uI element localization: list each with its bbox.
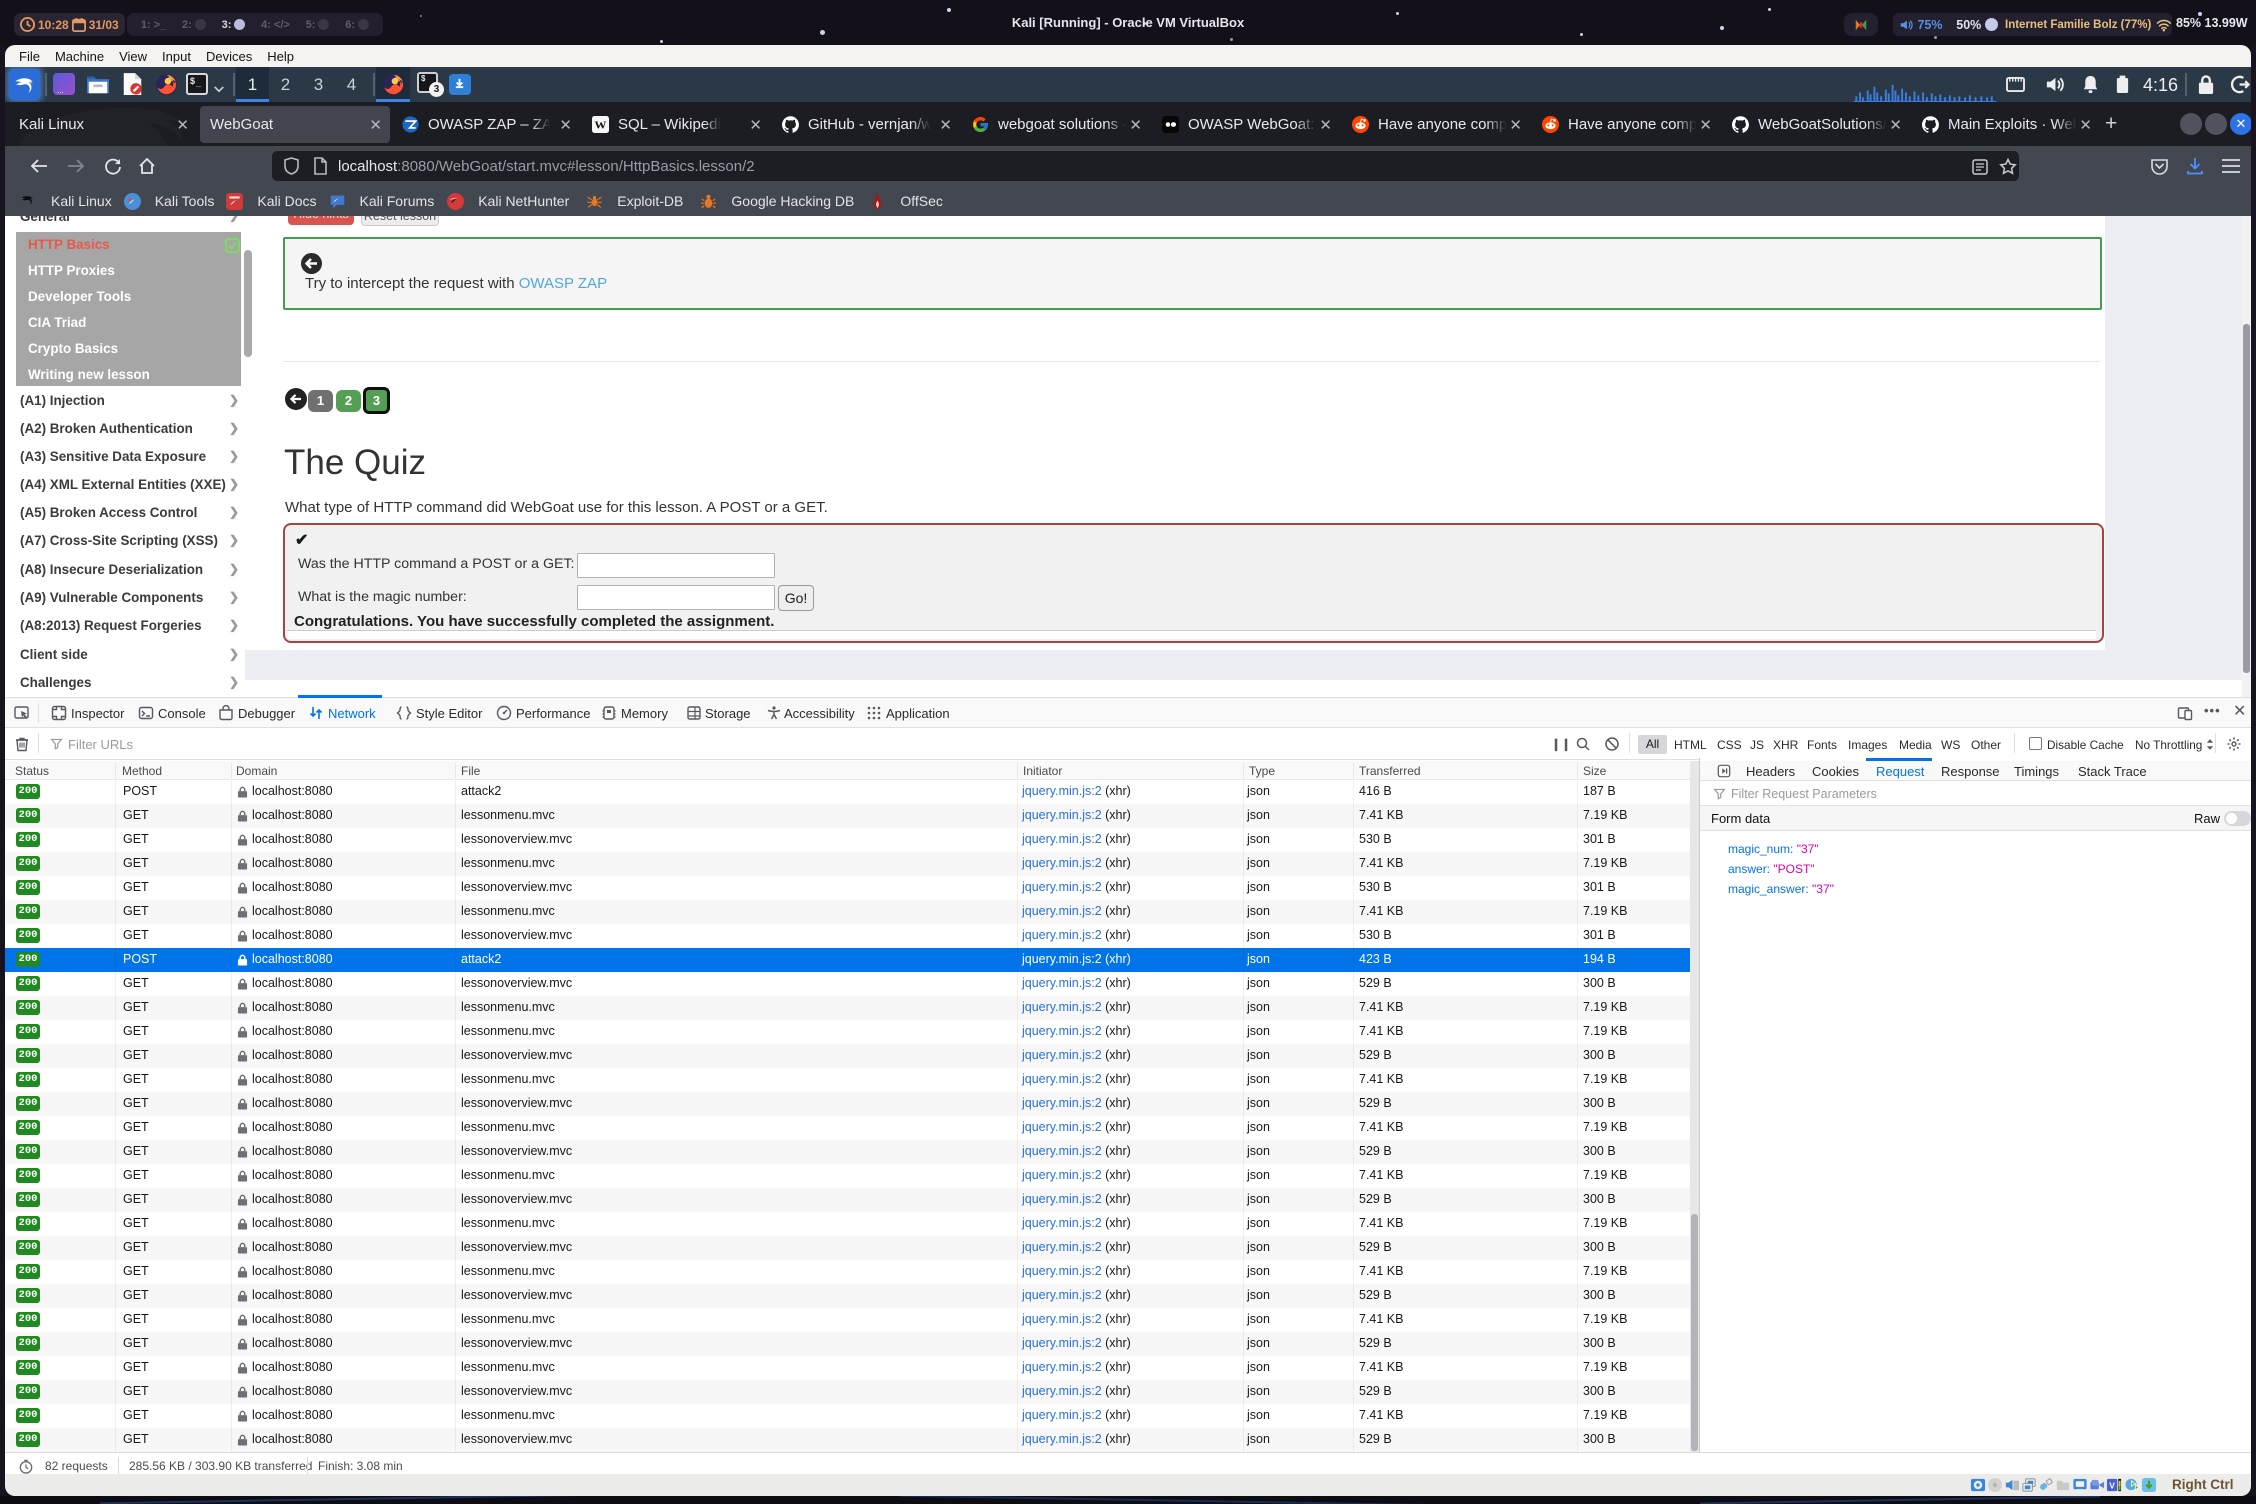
- svg-text:W: W: [595, 118, 607, 132]
- svg-text:V: V: [2109, 1480, 2115, 1490]
